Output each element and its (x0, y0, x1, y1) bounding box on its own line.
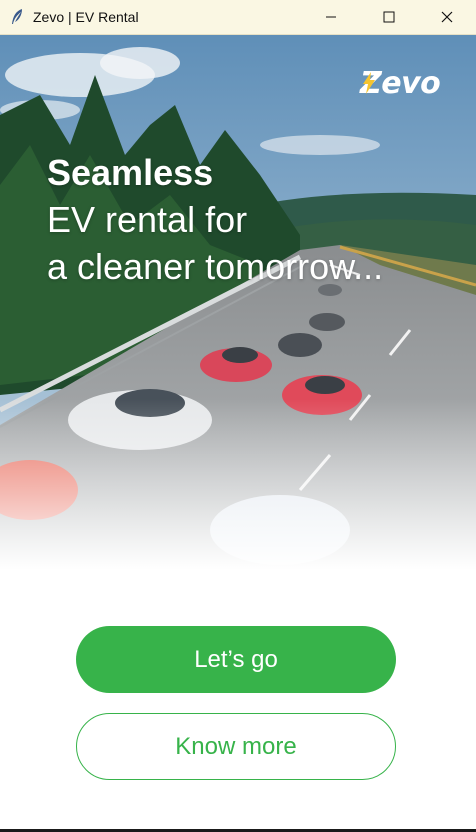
window-title: Zevo | EV Rental (33, 9, 139, 25)
know-more-button[interactable]: Know more (76, 713, 396, 780)
window-titlebar: Zevo | EV Rental (0, 0, 476, 35)
close-icon (441, 11, 453, 23)
close-button[interactable] (418, 0, 476, 34)
maximize-button[interactable] (360, 0, 418, 34)
headline-line-3: a cleaner tomorrow... (47, 246, 384, 287)
lightning-icon (363, 72, 375, 94)
zevo-logo[interactable]: Zevo (360, 66, 441, 101)
hero-banner: Zevo Seamless EV rental for a cleaner to… (0, 35, 476, 570)
hero-fade-overlay (0, 35, 476, 570)
minimize-button[interactable] (302, 0, 360, 34)
headline-line-2: EV rental for (47, 199, 248, 240)
feather-icon (12, 9, 22, 24)
headline-line-1: Seamless (47, 152, 214, 193)
lets-go-button[interactable]: Let’s go (76, 626, 396, 693)
minimize-icon (326, 16, 336, 18)
hero-headline: Seamless EV rental for a cleaner tomorro… (47, 150, 383, 290)
maximize-icon (383, 11, 395, 23)
